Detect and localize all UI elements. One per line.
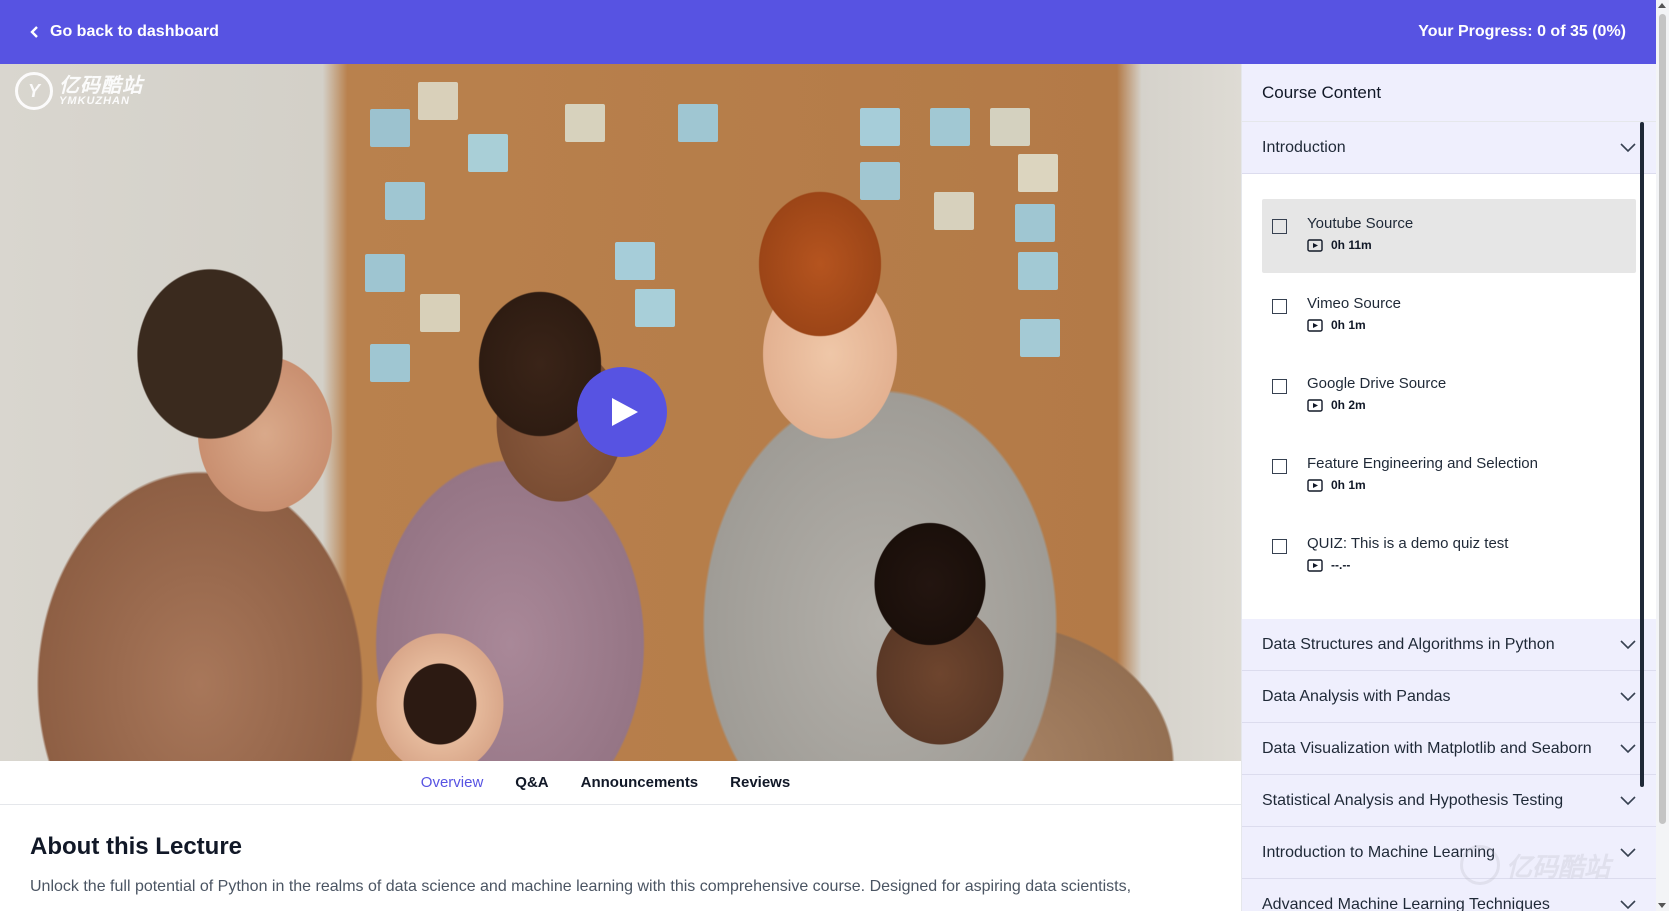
video-icon bbox=[1307, 318, 1323, 332]
course-content-sidebar: Course Content Introduction Youtube Sour… bbox=[1241, 64, 1656, 911]
lesson-checkbox[interactable] bbox=[1272, 379, 1287, 394]
section-advanced-ml[interactable]: Advanced Machine Learning Techniques bbox=[1242, 879, 1656, 911]
lesson-title: QUIZ: This is a demo quiz test bbox=[1307, 535, 1509, 552]
scrollbar-thumb[interactable] bbox=[1659, 14, 1666, 824]
lesson-duration: 0h 2m bbox=[1331, 398, 1366, 412]
section-label: Data Analysis with Pandas bbox=[1262, 687, 1451, 705]
chevron-down-icon bbox=[1620, 899, 1636, 909]
logo-mark: Y bbox=[15, 72, 53, 110]
sidebar-scrollbar[interactable] bbox=[1640, 122, 1644, 787]
section-visualization[interactable]: Data Visualization with Matplotlib and S… bbox=[1242, 723, 1656, 775]
progress-text: Your Progress: 0 of 35 (0%) bbox=[1418, 23, 1626, 40]
about-heading: About this Lecture bbox=[30, 833, 243, 860]
video-icon bbox=[1307, 398, 1323, 412]
scroll-down-icon[interactable] bbox=[1658, 903, 1666, 908]
top-bar: Go back to dashboard Your Progress: 0 of… bbox=[0, 0, 1656, 64]
tab-overview[interactable]: Overview bbox=[421, 768, 484, 797]
chevron-down-icon bbox=[1620, 142, 1636, 152]
section-statistics[interactable]: Statistical Analysis and Hypothesis Test… bbox=[1242, 775, 1656, 827]
section-intro-ml[interactable]: Introduction to Machine Learning bbox=[1242, 827, 1656, 879]
watermark-logo: Y 亿码酷站 YMKUZHAN bbox=[15, 72, 143, 110]
play-icon bbox=[612, 398, 638, 426]
section-introduction[interactable]: Introduction bbox=[1242, 122, 1656, 174]
section-label: Data Structures and Algorithms in Python bbox=[1262, 635, 1555, 653]
chevron-down-icon bbox=[1620, 639, 1636, 649]
page-scrollbar[interactable] bbox=[1656, 0, 1669, 911]
lesson-checkbox[interactable] bbox=[1272, 459, 1287, 474]
lesson-demo-quiz[interactable]: QUIZ: This is a demo quiz test --.-- bbox=[1262, 519, 1636, 593]
section-label: Data Visualization with Matplotlib and S… bbox=[1262, 739, 1592, 757]
section-label: Introduction to Machine Learning bbox=[1262, 843, 1496, 861]
back-to-dashboard-link[interactable]: Go back to dashboard bbox=[30, 23, 219, 41]
about-text: Unlock the full potential of Python in t… bbox=[30, 878, 1132, 895]
video-icon bbox=[1307, 478, 1323, 492]
sidebar-title: Course Content bbox=[1242, 64, 1656, 122]
section-label: Advanced Machine Learning Techniques bbox=[1262, 895, 1550, 911]
lesson-duration: 0h 1m bbox=[1331, 318, 1366, 332]
chevron-down-icon bbox=[1620, 847, 1636, 857]
lesson-title: Youtube Source bbox=[1307, 215, 1414, 232]
lesson-google-drive-source[interactable]: Google Drive Source 0h 2m bbox=[1262, 359, 1636, 433]
lesson-duration: 0h 11m bbox=[1331, 238, 1372, 252]
lesson-duration: --.-- bbox=[1331, 558, 1351, 572]
chevron-down-icon bbox=[1620, 743, 1636, 753]
video-icon bbox=[1307, 558, 1323, 572]
about-lecture: About this Lecture Unlock the full poten… bbox=[30, 833, 1220, 899]
logo-text-en: YMKUZHAN bbox=[59, 94, 130, 107]
chevron-left-icon bbox=[30, 26, 38, 38]
chevron-down-icon bbox=[1620, 795, 1636, 805]
tab-qa[interactable]: Q&A bbox=[515, 768, 548, 797]
lesson-duration: 0h 1m bbox=[1331, 478, 1366, 492]
lecture-tabs: Overview Q&A Announcements Reviews bbox=[0, 761, 1241, 805]
section-pandas[interactable]: Data Analysis with Pandas bbox=[1242, 671, 1656, 723]
section-data-structures[interactable]: Data Structures and Algorithms in Python bbox=[1242, 619, 1656, 671]
lesson-checkbox[interactable] bbox=[1272, 539, 1287, 554]
lesson-list: Youtube Source 0h 11m Vimeo Source 0h 1m… bbox=[1242, 174, 1656, 619]
lesson-title: Google Drive Source bbox=[1307, 375, 1447, 392]
back-link-label: Go back to dashboard bbox=[50, 23, 219, 40]
lesson-title: Feature Engineering and Selection bbox=[1307, 455, 1538, 472]
tab-announcements[interactable]: Announcements bbox=[581, 768, 699, 797]
video-player[interactable]: Y 亿码酷站 YMKUZHAN bbox=[0, 64, 1241, 761]
lesson-vimeo-source[interactable]: Vimeo Source 0h 1m bbox=[1262, 279, 1636, 353]
video-icon bbox=[1307, 238, 1323, 252]
lesson-feature-engineering[interactable]: Feature Engineering and Selection 0h 1m bbox=[1262, 439, 1636, 513]
lesson-checkbox[interactable] bbox=[1272, 219, 1287, 234]
lesson-checkbox[interactable] bbox=[1272, 299, 1287, 314]
chevron-down-icon bbox=[1620, 691, 1636, 701]
scroll-up-icon[interactable] bbox=[1658, 3, 1666, 8]
section-label: Introduction bbox=[1262, 138, 1346, 156]
lesson-youtube-source[interactable]: Youtube Source 0h 11m bbox=[1262, 199, 1636, 273]
play-button[interactable] bbox=[577, 367, 667, 457]
lesson-title: Vimeo Source bbox=[1307, 295, 1401, 312]
section-label: Statistical Analysis and Hypothesis Test… bbox=[1262, 791, 1564, 809]
tab-reviews[interactable]: Reviews bbox=[730, 768, 790, 797]
logo-text-zh: 亿码酷站 bbox=[59, 74, 143, 97]
